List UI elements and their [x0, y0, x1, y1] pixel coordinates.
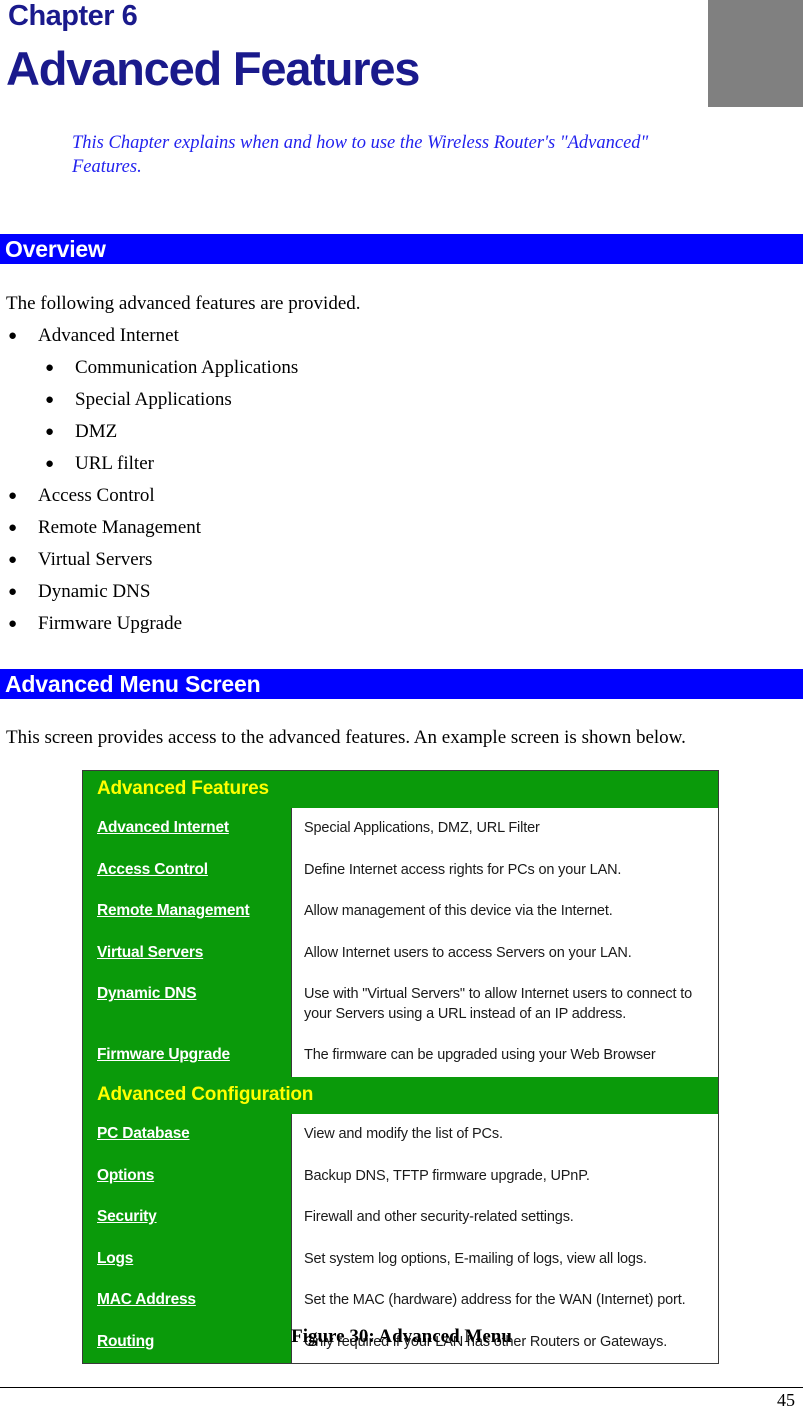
- figure-caption: Figure 30: Advanced Menu: [291, 1326, 512, 1347]
- menu-link-remote-management[interactable]: Remote Management: [97, 902, 250, 919]
- list-item: ● Remote Management: [0, 516, 500, 548]
- table-row: Access Control Define Internet access rig…: [83, 849, 718, 892]
- list-item: ● Dynamic DNS: [0, 580, 500, 612]
- menu-link-cell[interactable]: Virtual Servers: [83, 932, 292, 975]
- menu-link-pc-database[interactable]: PC Database: [97, 1125, 190, 1142]
- table-row: Security Firewall and other security-rela…: [83, 1197, 718, 1239]
- bullet-icon: ●: [8, 488, 18, 504]
- bullet-icon: ●: [8, 616, 18, 632]
- bullet-icon: ●: [8, 584, 18, 600]
- bullet-icon: ●: [45, 424, 55, 440]
- chapter-label: Chapter 6: [8, 0, 138, 32]
- menu-link-cell[interactable]: Access Control: [83, 849, 292, 892]
- list-item: ● Advanced Internet: [0, 324, 500, 356]
- table-row: Firmware Upgrade The firmware can be upgr…: [83, 1035, 718, 1077]
- page-title: Advanced Features: [6, 42, 420, 95]
- menu-table: Advanced Internet Special Applications, D…: [83, 808, 718, 1077]
- menu-description-cell: Allow Internet users to access Servers o…: [291, 932, 718, 975]
- bullet-icon: ●: [45, 360, 55, 376]
- header-gray-block: [708, 0, 803, 107]
- list-item: ● URL filter: [0, 452, 500, 484]
- section-heading-advanced-menu-screen: Advanced Menu Screen: [0, 669, 803, 699]
- overview-feature-list: ● Advanced Internet ● Communication Applica…: [0, 324, 500, 644]
- list-item: ● Firmware Upgrade: [0, 612, 500, 644]
- list-item: ● Virtual Servers: [0, 548, 500, 580]
- table-row: Logs Set system log options, E-mailing of…: [83, 1238, 718, 1281]
- menu-description-cell: Firewall and other security-related sett…: [291, 1197, 718, 1239]
- table-row: MAC Address Set the MAC (hardware) addres…: [83, 1280, 718, 1322]
- menu-link-options[interactable]: Options: [97, 1167, 154, 1184]
- table-row: Remote Management Allow management of thi…: [83, 891, 718, 933]
- list-item-label: Access Control: [38, 485, 155, 506]
- menu-link-logs[interactable]: Logs: [97, 1250, 133, 1267]
- menu-screen-intro-paragraph: This screen provides access to the advan…: [6, 727, 686, 748]
- advanced-menu-figure: Advanced Features Advanced Internet Specia…: [82, 770, 719, 1365]
- menu-link-cell[interactable]: Firmware Upgrade: [83, 1035, 292, 1077]
- bullet-icon: ●: [45, 456, 55, 472]
- menu-link-cell[interactable]: Advanced Internet: [83, 808, 292, 850]
- table-row: Virtual Servers Allow Internet users to a…: [83, 932, 718, 975]
- menu-link-cell[interactable]: MAC Address: [83, 1280, 292, 1322]
- menu-description-cell: Special Applications, DMZ, URL Filter: [291, 808, 718, 850]
- list-item: ● DMZ: [0, 420, 500, 452]
- overview-intro-paragraph: The following advanced features are prov…: [6, 293, 361, 314]
- menu-link-firmware-upgrade[interactable]: Firmware Upgrade: [97, 1046, 230, 1063]
- chapter-intro-text: This Chapter explains when and how to us…: [72, 133, 649, 178]
- table-row: PC Database View and modify the list of P…: [83, 1113, 718, 1156]
- list-item: ● Access Control: [0, 484, 500, 516]
- menu-link-cell[interactable]: Options: [83, 1155, 292, 1198]
- bullet-icon: ●: [8, 328, 18, 344]
- menu-description-cell: Define Internet access rights for PCs on…: [291, 849, 718, 892]
- bullet-icon: ●: [45, 392, 55, 408]
- list-item-label: Remote Management: [38, 517, 202, 538]
- page-number: 45: [777, 1390, 795, 1410]
- menu-link-cell[interactable]: PC Database: [83, 1113, 292, 1156]
- menu-description-cell: Backup DNS, TFTP firmware upgrade, UPnP.: [291, 1155, 718, 1198]
- footer-divider: [0, 1387, 803, 1388]
- list-item-label: Dynamic DNS: [38, 581, 151, 602]
- menu-description-cell: Allow management of this device via the …: [291, 891, 718, 933]
- menu-link-advanced-internet[interactable]: Advanced Internet: [97, 819, 229, 836]
- menu-link-security[interactable]: Security: [97, 1208, 157, 1225]
- bullet-icon: ●: [8, 552, 18, 568]
- list-item: ● Special Applications: [0, 388, 500, 420]
- list-item-label: Special Applications: [75, 389, 232, 410]
- list-item-label: Virtual Servers: [38, 549, 153, 570]
- menu-description-cell: Set system log options, E-mailing of log…: [291, 1238, 718, 1281]
- list-item-label: DMZ: [75, 421, 118, 442]
- menu-link-cell[interactable]: Security: [83, 1197, 292, 1239]
- table-row: Dynamic DNS Use with "Virtual Servers" to…: [83, 974, 718, 1036]
- bullet-icon: ●: [8, 520, 18, 536]
- menu-link-cell[interactable]: Logs: [83, 1238, 292, 1281]
- menu-description-cell: The firmware can be upgraded using your …: [291, 1035, 718, 1077]
- menu-description-cell: Set the MAC (hardware) address for the W…: [291, 1280, 718, 1322]
- list-item-label: Firmware Upgrade: [38, 613, 183, 634]
- panel-section-header: Advanced Configuration: [83, 1076, 718, 1114]
- menu-link-dynamic-dns[interactable]: Dynamic DNS: [97, 985, 197, 1002]
- menu-link-virtual-servers[interactable]: Virtual Servers: [97, 944, 203, 961]
- list-item-label: URL filter: [75, 453, 154, 474]
- menu-description-cell: Use with "Virtual Servers" to allow Inte…: [291, 974, 718, 1036]
- list-item-label: Communication Applications: [75, 357, 299, 378]
- table-row: Options Backup DNS, TFTP firmware upgrade…: [83, 1155, 718, 1198]
- menu-link-access-control[interactable]: Access Control: [97, 861, 208, 878]
- menu-link-cell[interactable]: Dynamic DNS: [83, 974, 292, 1036]
- menu-link-cell[interactable]: Remote Management: [83, 891, 292, 933]
- menu-link-mac-address[interactable]: MAC Address: [97, 1291, 196, 1308]
- list-item: ● Communication Applications: [0, 356, 500, 388]
- panel-section-header: Advanced Features: [83, 771, 718, 808]
- menu-description-cell: View and modify the list of PCs.: [291, 1113, 718, 1156]
- table-row: Advanced Internet Special Applications, D…: [83, 808, 718, 850]
- section-heading-overview: Overview: [0, 234, 803, 264]
- list-item-label: Advanced Internet: [38, 325, 179, 346]
